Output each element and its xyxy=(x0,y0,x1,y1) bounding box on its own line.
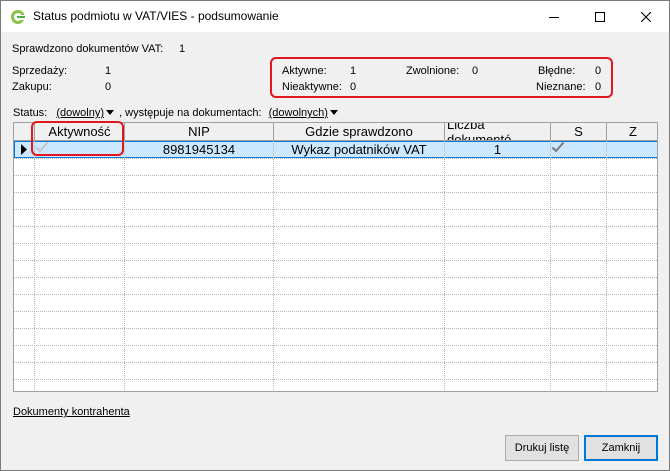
minimize-button[interactable] xyxy=(531,1,577,32)
purchase-value: 0 xyxy=(105,81,112,93)
exempt-value: 0 xyxy=(472,65,479,77)
row-z-cell xyxy=(607,141,657,158)
documents-filter-value: (dowolnych) xyxy=(268,107,328,119)
row-count-cell: 1 xyxy=(493,142,502,157)
col-header-nip[interactable]: NIP xyxy=(125,123,273,140)
status-filter-dropdown[interactable]: (dowolny) xyxy=(56,107,114,119)
col-header-count[interactable]: Liczba dokumentó xyxy=(445,123,550,140)
close-icon xyxy=(641,11,651,22)
checked-docs-value: 1 xyxy=(179,43,186,55)
inactive-value: 0 xyxy=(350,81,357,93)
dialog-window: Status podmiotu w VAT/VIES - podsumowani… xyxy=(0,0,670,471)
print-list-button[interactable]: Drukuj listę xyxy=(505,435,579,461)
errors-label: Błędne: xyxy=(538,65,576,77)
row-where-cell: Wykaz podatników VAT xyxy=(291,142,427,157)
inactive-label: Nieaktywne: xyxy=(282,81,342,93)
sales-value: 1 xyxy=(105,65,112,77)
title-bar[interactable]: Status podmiotu w VAT/VIES - podsumowani… xyxy=(1,1,669,32)
filter-bar: Status: (dowolny) , występuje na dokumen… xyxy=(13,107,338,119)
row-nip-cell: 8981945134 xyxy=(162,142,236,157)
col-header-z[interactable]: Z xyxy=(607,123,657,140)
chevron-down-icon xyxy=(106,110,114,115)
active-label: Aktywne: xyxy=(282,65,327,77)
col-header-where[interactable]: Gdzie sprawdzono xyxy=(274,123,444,140)
row-s-cell xyxy=(551,141,606,158)
status-filter-value: (dowolny) xyxy=(56,107,104,119)
minimize-icon xyxy=(549,16,559,18)
unknown-value: 0 xyxy=(595,81,602,93)
chevron-down-icon xyxy=(329,110,338,115)
unknown-label: Nieznane: xyxy=(536,81,586,93)
close-window-button[interactable] xyxy=(623,1,669,32)
close-button[interactable]: Zamknij xyxy=(584,435,658,461)
checked-docs-label: Sprawdzono dokumentów VAT: xyxy=(12,43,164,55)
occurs-filter-label: , występuje na dokumentach: xyxy=(119,107,262,119)
results-table[interactable]: Aktywność NIP Gdzie sprawdzono Liczba do… xyxy=(13,122,658,392)
col-header-s[interactable]: S xyxy=(551,123,606,140)
app-logo-icon xyxy=(10,9,26,25)
window-title: Status podmiotu w VAT/VIES - podsumowani… xyxy=(33,9,279,23)
documents-filter-dropdown[interactable]: (dowolnych) xyxy=(269,107,338,119)
table-gridlines xyxy=(14,123,657,391)
sales-label: Sprzedaży: xyxy=(12,65,68,77)
documents-link[interactable]: Dokumenty kontrahenta xyxy=(13,406,130,418)
exempt-label: Zwolnione: xyxy=(406,65,460,77)
maximize-button[interactable] xyxy=(577,1,623,32)
errors-value: 0 xyxy=(595,65,602,77)
purchase-label: Zakupu: xyxy=(12,81,52,93)
active-column-highlight xyxy=(31,121,124,156)
maximize-icon xyxy=(595,11,605,22)
check-icon xyxy=(551,141,565,153)
status-filter-label: Status: xyxy=(13,107,48,119)
active-value: 1 xyxy=(350,65,357,77)
